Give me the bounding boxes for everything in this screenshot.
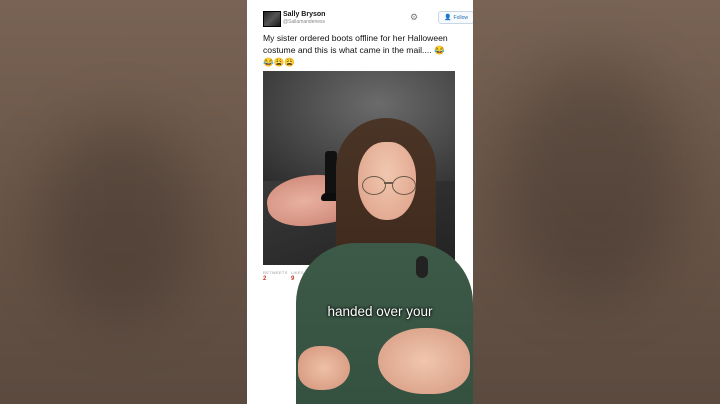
add-user-icon: 👤 [444, 15, 452, 21]
blurred-background-left [0, 0, 247, 404]
tweet-text-line: costume and this is what came in the mai… [263, 45, 445, 55]
follow-label: Follow [453, 14, 468, 21]
blurred-background-right [473, 0, 720, 404]
author-handle[interactable]: @Sallamandeness [283, 19, 325, 25]
video-caption: handed over your [327, 304, 433, 319]
avatar[interactable] [263, 11, 281, 27]
tweet-text-line: My sister ordered boots offline for her … [263, 33, 448, 43]
glasses [362, 176, 416, 195]
presenter [296, 118, 473, 404]
follow-button[interactable]: 👤 Follow [438, 11, 473, 24]
gear-icon[interactable]: ⚙ [410, 12, 418, 22]
retweets-count[interactable]: 2 [263, 276, 266, 282]
author-name[interactable]: Sally Bryson [283, 11, 325, 18]
lapel-microphone [416, 256, 428, 278]
glasses-lens [362, 176, 386, 195]
presenter-hand-right [378, 328, 470, 394]
background-shadow [40, 120, 200, 320]
tweet-text: My sister ordered boots offline for her … [263, 32, 459, 68]
glasses-lens [392, 176, 416, 195]
tweet-header: Sally Bryson @Sallamandeness ⚙ 👤 Follow [263, 11, 473, 27]
likes-count[interactable]: 9 [291, 276, 294, 282]
presenter-hand-left [298, 346, 350, 390]
tweet-text-line: 😂😩😩 [263, 57, 296, 67]
background-shadow [503, 60, 683, 300]
retweets-label: RETWEETS [263, 270, 288, 275]
